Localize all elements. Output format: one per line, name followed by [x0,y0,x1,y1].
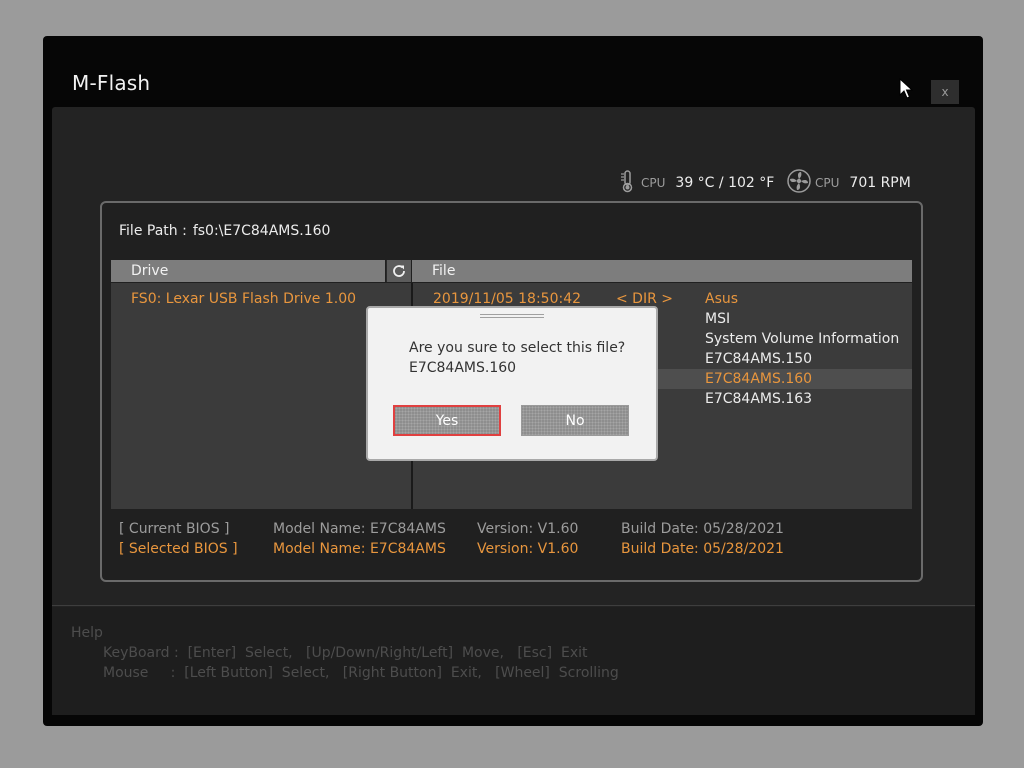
cpu-temp-label: CPU [641,176,666,190]
help-keyboard: KeyBoard : [Enter] Select, [Up/Down/Righ… [103,645,588,661]
current-bios-build-date: Build Date: 05/28/2021 [621,521,784,537]
mouse-cursor-icon [899,77,915,104]
window-title: M-Flash [72,71,151,95]
help-mouse: Mouse : [Left Button] Select, [Right But… [103,665,619,681]
help-title: Help [71,625,103,641]
thermometer-icon [617,169,637,197]
dialog-filename: E7C84AMS.160 [409,360,517,376]
cpu-fan-speed: CPU 701 RPM [787,169,911,197]
refresh-button[interactable] [386,260,411,282]
cpu-temp-value: 39 °C / 102 °F [675,175,775,191]
file-name: System Volume Information [705,331,900,347]
file-path-label: File Path : [119,223,187,239]
help-footer: Help KeyBoard : [Enter] Select, [Up/Down… [52,607,975,715]
selected-bios-version: Version: V1.60 [477,541,579,557]
current-bios-label: [ Current BIOS ] [119,521,230,537]
current-bios-version: Version: V1.60 [477,521,579,537]
fan-icon [787,169,811,197]
file-column-header: File [412,260,912,282]
drag-handle[interactable] [480,314,544,320]
cpu-temperature: CPU 39 °C / 102 °F [617,169,774,197]
file-name: E7C84AMS.163 [705,391,813,407]
selected-bios-model: Model Name: E7C84AMS [273,541,446,557]
selected-bios-label: [ Selected BIOS ] [119,541,238,557]
yes-button[interactable]: Yes [393,405,501,436]
cpu-fan-value: 701 RPM [849,175,911,191]
file-name: E7C84AMS.150 [705,351,813,367]
cpu-fan-label: CPU [815,176,840,190]
no-button[interactable]: No [521,405,629,436]
close-button[interactable]: x [931,80,959,104]
file-name: Asus [705,291,739,307]
selected-bios-build-date: Build Date: 05/28/2021 [621,541,784,557]
file-name: E7C84AMS.160 [705,371,813,387]
dialog-message: Are you sure to select this file? E7C84A… [409,338,625,378]
dialog-question: Are you sure to select this file? [409,340,626,356]
file-name: MSI [705,311,731,327]
file-path: File Path : fs0:\E7C84AMS.160 [119,223,330,239]
file-path-value: fs0:\E7C84AMS.160 [192,223,331,239]
confirm-dialog: Are you sure to select this file? E7C84A… [366,306,658,461]
drive-column-header: Drive [111,260,385,282]
current-bios-model: Model Name: E7C84AMS [273,521,446,537]
footer-divider [52,605,975,606]
refresh-icon [393,265,405,277]
drive-item-fs0[interactable]: FS0: Lexar USB Flash Drive 1.00 [131,291,356,307]
